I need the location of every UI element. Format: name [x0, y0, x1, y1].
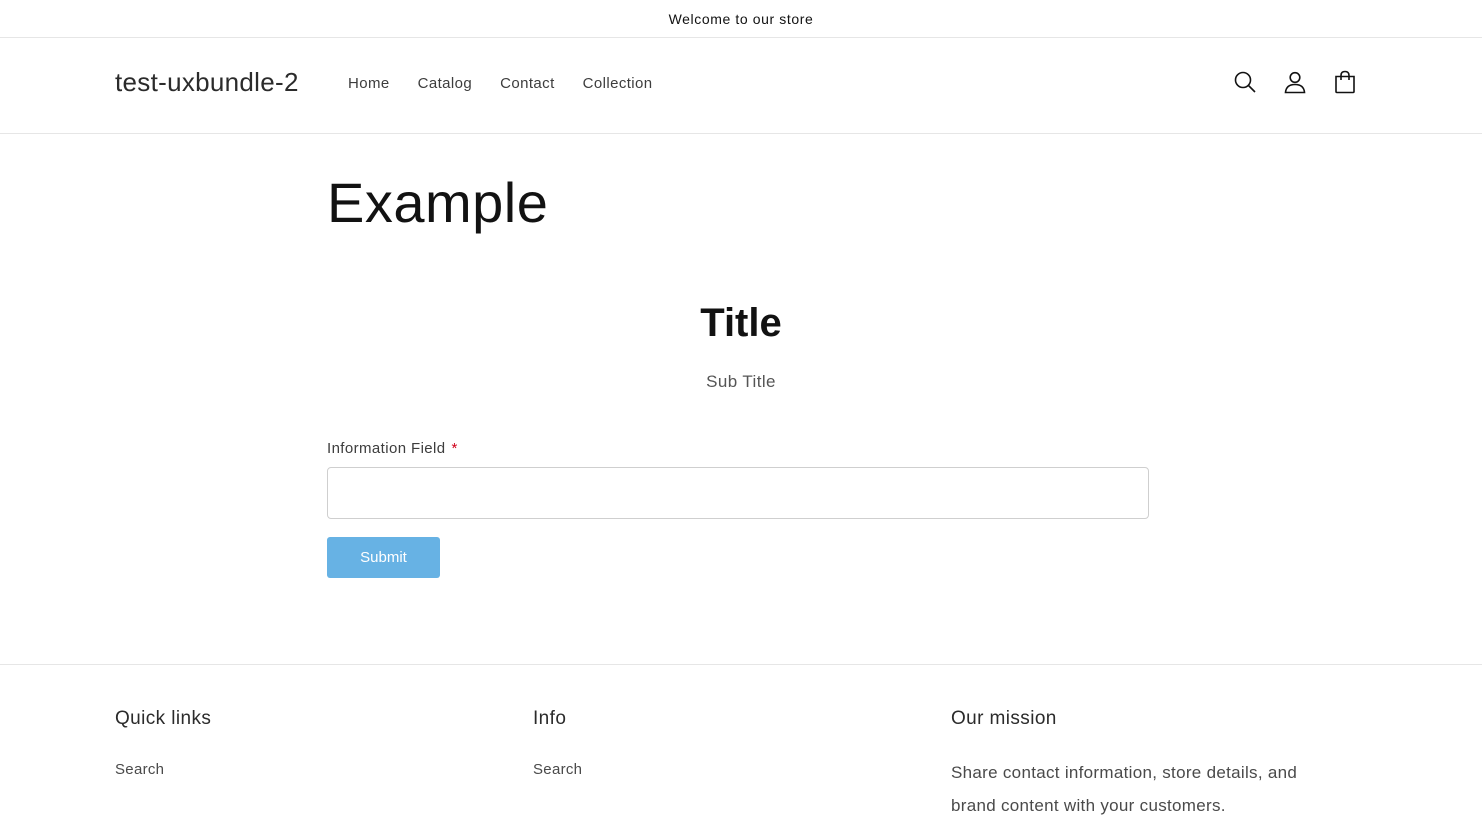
site-header: test-uxbundle-2 Home Catalog Contact Col…: [0, 38, 1482, 134]
information-field-label-text: Information Field: [327, 440, 446, 457]
footer-link-search[interactable]: Search: [115, 761, 211, 778]
footer-info: Info Search: [533, 708, 582, 778]
announcement-bar: Welcome to our store: [0, 0, 1482, 38]
nav-item-home[interactable]: Home: [348, 75, 390, 92]
footer-mission: Our mission Share contact information, s…: [951, 708, 1341, 822]
information-field-input[interactable]: [327, 467, 1149, 519]
footer-heading-info: Info: [533, 708, 567, 729]
required-marker: *: [451, 440, 458, 457]
submit-button[interactable]: Submit: [327, 537, 440, 578]
nav-item-catalog[interactable]: Catalog: [418, 75, 473, 92]
announcement-text: Welcome to our store: [668, 10, 814, 27]
store-logo[interactable]: test-uxbundle-2: [115, 67, 299, 98]
header-icons: [1228, 65, 1362, 99]
account-icon[interactable]: [1278, 65, 1312, 99]
footer-heading-mission: Our mission: [951, 708, 1057, 729]
footer-heading-quick-links: Quick links: [115, 708, 212, 729]
site-footer: Quick links Search Info Search Our missi…: [0, 665, 1482, 835]
main-nav: Home Catalog Contact Collection: [348, 75, 681, 92]
page-title: Example: [327, 171, 549, 234]
nav-item-contact[interactable]: Contact: [500, 75, 555, 92]
footer-quick-links: Quick links Search: [115, 708, 211, 778]
nav-item-collection[interactable]: Collection: [583, 75, 653, 92]
form-subtitle: Sub Title: [706, 372, 776, 391]
information-field-label: Information Field *: [327, 440, 458, 457]
search-icon[interactable]: [1228, 65, 1262, 99]
cart-icon[interactable]: [1328, 65, 1362, 99]
main-content: Example Title Sub Title Information Fiel…: [0, 134, 1482, 665]
form-title: Title: [700, 301, 782, 345]
footer-mission-text: Share contact information, store details…: [951, 763, 1298, 815]
footer-link-info-search[interactable]: Search: [533, 761, 582, 778]
